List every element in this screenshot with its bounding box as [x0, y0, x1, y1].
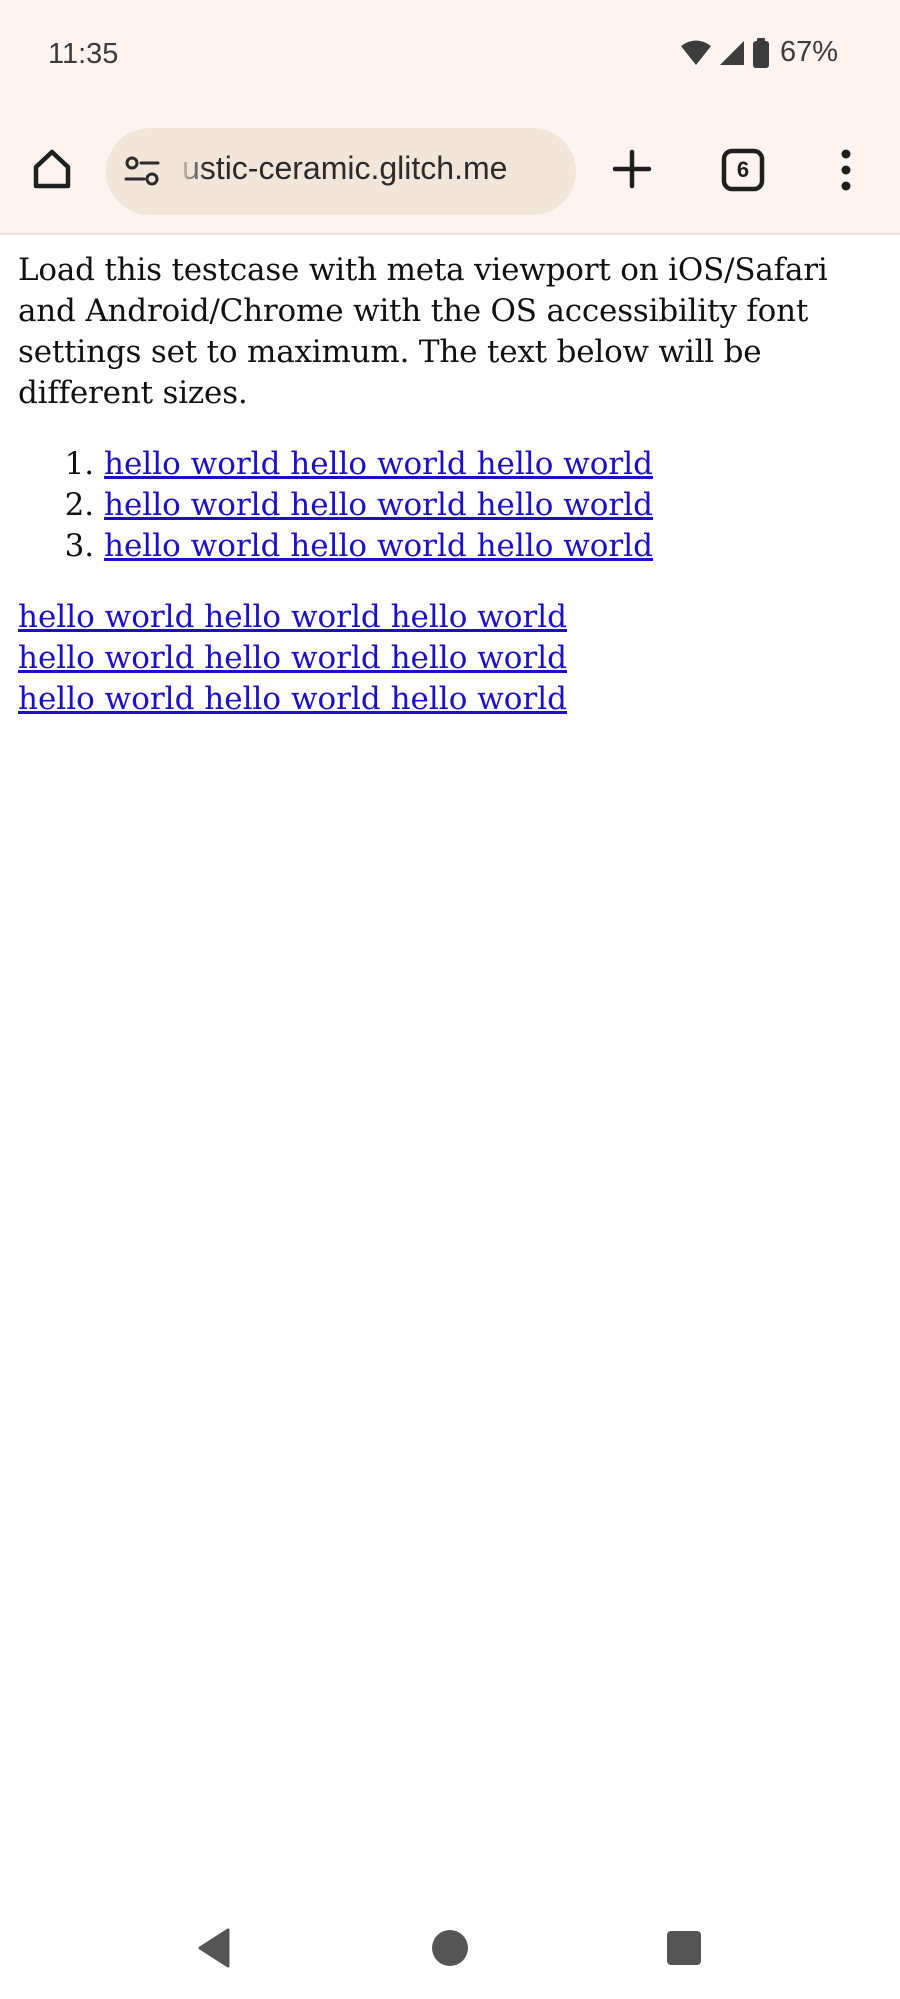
- home-nav-button[interactable]: [429, 1926, 471, 1975]
- tab-count: 6: [736, 157, 750, 182]
- plain-link[interactable]: hello world hello world hello world: [18, 640, 567, 676]
- battery-percent: 67%: [779, 36, 838, 68]
- list-item: hello world hello world hello world: [104, 526, 888, 567]
- tab-switcher-button[interactable]: 6: [716, 143, 770, 197]
- home-icon: [33, 149, 71, 189]
- site-settings-icon[interactable]: [122, 152, 162, 192]
- list-item: hello world hello world hello world: [104, 485, 888, 526]
- list-item: hello world hello world hello world: [104, 444, 888, 485]
- back-button[interactable]: [194, 1926, 234, 1975]
- plain-link[interactable]: hello world hello world hello world: [18, 681, 567, 717]
- status-time: 11:35: [48, 38, 119, 70]
- new-tab-icon: [612, 149, 652, 189]
- more-menu-button[interactable]: [826, 140, 866, 200]
- plain-link[interactable]: hello world hello world hello world: [18, 599, 567, 635]
- wifi-icon: [680, 40, 711, 65]
- browser-toolbar: ustic-ceramic.glitch.me 6: [0, 110, 900, 235]
- page-content: Load this testcase with meta viewport on…: [18, 250, 888, 720]
- list-link[interactable]: hello world hello world hello world: [104, 528, 653, 564]
- recents-button[interactable]: [666, 1926, 702, 1975]
- new-tab-button[interactable]: [606, 143, 658, 195]
- more-menu-icon: [841, 149, 851, 191]
- home-button[interactable]: [26, 143, 78, 195]
- list-link[interactable]: hello world hello world hello world: [104, 487, 653, 523]
- recents-icon: [667, 1931, 701, 1965]
- url-text[interactable]: ustic-ceramic.glitch.me: [182, 150, 507, 187]
- list-link[interactable]: hello world hello world hello world: [104, 446, 653, 482]
- intro-paragraph: Load this testcase with meta viewport on…: [18, 252, 828, 411]
- system-nav-bar: [0, 1900, 900, 1999]
- numbered-link-list: hello world hello world hello world hell…: [18, 444, 888, 567]
- url-bar[interactable]: ustic-ceramic.glitch.me: [106, 128, 576, 215]
- signal-icon: [719, 40, 744, 65]
- plain-link-block: hello world hello world hello world hell…: [18, 597, 888, 720]
- battery-icon: [752, 37, 769, 68]
- status-bar: 11:35 67%: [0, 0, 900, 110]
- back-icon: [198, 1928, 230, 1968]
- status-icons: 67%: [680, 36, 838, 69]
- url-fade: [176, 128, 206, 215]
- home-circle-icon: [432, 1930, 468, 1966]
